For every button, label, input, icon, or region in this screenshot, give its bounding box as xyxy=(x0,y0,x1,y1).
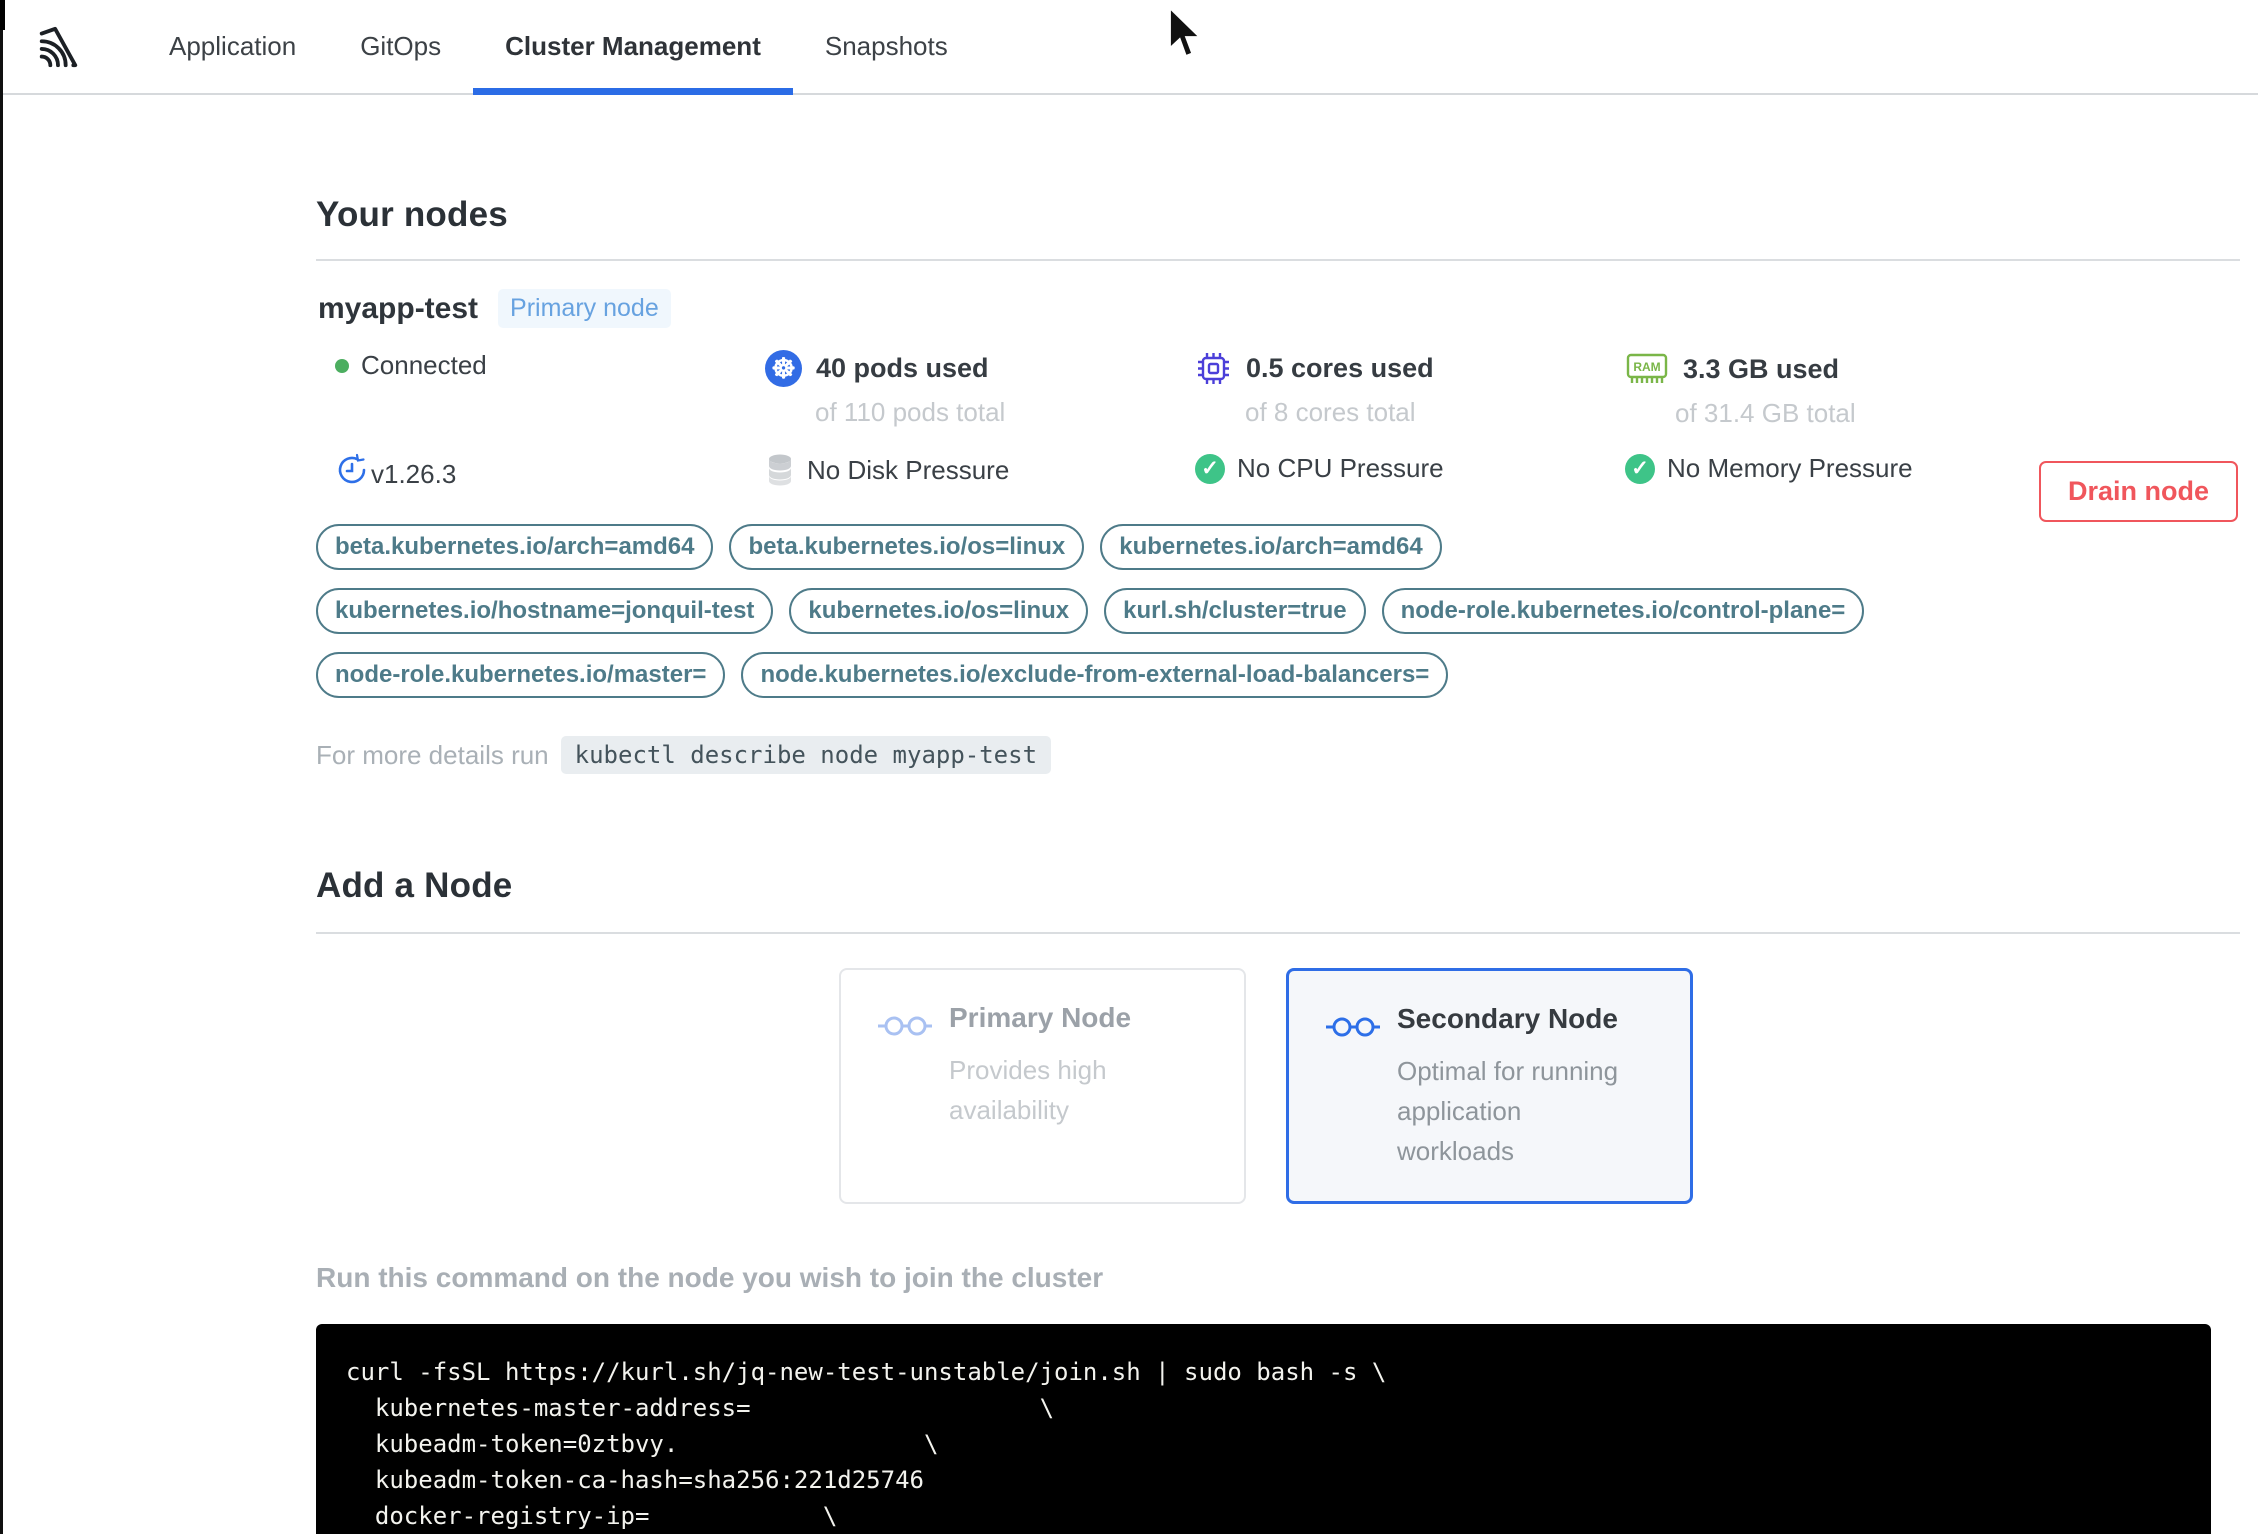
stat-disk-pressure: No Disk Pressure xyxy=(765,453,1195,487)
stat-memory: RAM 3.3 GB used of 31.4 GB total xyxy=(1625,350,2240,429)
your-nodes-title: Your nodes xyxy=(316,195,508,234)
tab-snapshots[interactable]: Snapshots xyxy=(793,0,980,93)
primary-node-icon xyxy=(878,1016,932,1036)
replicated-logo-icon xyxy=(39,26,78,67)
secondary-node-icon xyxy=(1326,1017,1380,1037)
top-nav: Application GitOps Cluster Management Sn… xyxy=(0,0,2258,95)
version-update-icon xyxy=(338,453,366,484)
memory-pressure-label: No Memory Pressure xyxy=(1667,453,1913,483)
node-label-pill: node-role.kubernetes.io/control-plane= xyxy=(1381,588,1865,634)
kubernetes-icon: ☸ xyxy=(765,350,802,387)
node-label-pill: node.kubernetes.io/exclude-from-external… xyxy=(741,652,1449,698)
cores-used-label: 0.5 cores used xyxy=(1246,353,1434,383)
version-label: v1.26.3 xyxy=(371,459,457,489)
pods-used-label: 40 pods used xyxy=(816,353,989,383)
join-command-text: curl -fsSL https://kurl.sh/jq-new-test-u… xyxy=(346,1358,1387,1530)
kubectl-describe-command: kubectl describe node myapp-test xyxy=(560,736,1052,774)
node-name: myapp-test xyxy=(318,291,479,325)
drain-node-button[interactable]: Drain node xyxy=(2038,461,2238,522)
stat-connection: Connected xyxy=(335,350,765,381)
stat-pods: ☸ 40 pods used of 110 pods total xyxy=(765,350,1195,428)
disk-icon xyxy=(769,454,791,486)
node-label-pill: kubernetes.io/hostname=jonquil-test xyxy=(316,588,774,634)
node-label-pill: kubernetes.io/arch=amd64 xyxy=(1100,524,1442,570)
tab-application[interactable]: Application xyxy=(137,0,328,93)
screen-edge-strip xyxy=(0,0,3,1534)
pods-total-label: of 110 pods total xyxy=(815,397,1006,427)
screen-edge-corner xyxy=(0,0,5,30)
connected-status-icon xyxy=(335,358,349,373)
tab-gitops[interactable]: GitOps xyxy=(328,0,473,93)
primary-node-option-desc: Provides high availability xyxy=(949,1055,1107,1125)
ram-icon: RAM xyxy=(1626,353,1668,383)
cpu-pressure-check-icon: ✓ xyxy=(1195,453,1225,484)
node-card: myapp-test Primary node Connected ☸ 40 p… xyxy=(316,261,2240,774)
node-label-pill: beta.kubernetes.io/os=linux xyxy=(729,524,1085,570)
memory-pressure-check-icon: ✓ xyxy=(1625,453,1655,484)
secondary-node-option[interactable]: Secondary Node Optimal for running appli… xyxy=(1286,968,1693,1204)
node-stats: Connected ☸ 40 pods used of 110 pods tot… xyxy=(335,350,2240,490)
cpu-icon xyxy=(1198,353,1229,384)
node-label-pill: node-role.kubernetes.io/master= xyxy=(316,652,726,698)
primary-node-option-title: Primary Node xyxy=(949,1002,1132,1033)
cpu-pressure-label: No CPU Pressure xyxy=(1237,453,1444,483)
stat-cpu-pressure: ✓ No CPU Pressure xyxy=(1195,453,1625,484)
node-type-options: Primary Node Provides high availability … xyxy=(839,968,2240,1204)
add-node-divider xyxy=(316,932,2240,934)
tab-cluster-management[interactable]: Cluster Management xyxy=(473,0,793,95)
memory-used-label: 3.3 GB used xyxy=(1683,353,1840,384)
stat-cores: 0.5 cores used of 8 cores total xyxy=(1195,350,1625,428)
cores-total-label: of 8 cores total xyxy=(1245,397,1416,427)
node-label-pill: kurl.sh/cluster=true xyxy=(1104,588,1366,634)
details-prefix-label: For more details run xyxy=(316,739,549,770)
disk-pressure-label: No Disk Pressure xyxy=(807,454,1010,485)
stat-version: v1.26.3 xyxy=(335,453,765,490)
node-label-pill: kubernetes.io/os=linux xyxy=(789,588,1089,634)
connected-status-label: Connected xyxy=(361,350,487,380)
secondary-node-option-title: Secondary Node xyxy=(1397,1003,1618,1034)
nav-tabs: Application GitOps Cluster Management Sn… xyxy=(137,0,980,95)
node-labels: beta.kubernetes.io/arch=amd64 beta.kuber… xyxy=(316,524,1896,698)
node-label-pill: beta.kubernetes.io/arch=amd64 xyxy=(316,524,714,570)
join-command-instruction: Run this command on the node you wish to… xyxy=(316,1262,1104,1293)
add-node-title: Add a Node xyxy=(316,866,513,905)
ram-icon-label: RAM xyxy=(1633,360,1660,374)
memory-total-label: of 31.4 GB total xyxy=(1675,398,1856,428)
primary-node-badge: Primary node xyxy=(498,289,671,328)
secondary-node-option-desc: Optimal for running application workload… xyxy=(1397,1056,1619,1166)
primary-node-option[interactable]: Primary Node Provides high availability xyxy=(839,968,1246,1204)
main-content: Your nodes myapp-test Primary node Conne… xyxy=(316,195,2240,1534)
join-command-terminal: curl -fsSL https://kurl.sh/jq-new-test-u… xyxy=(316,1324,2211,1534)
